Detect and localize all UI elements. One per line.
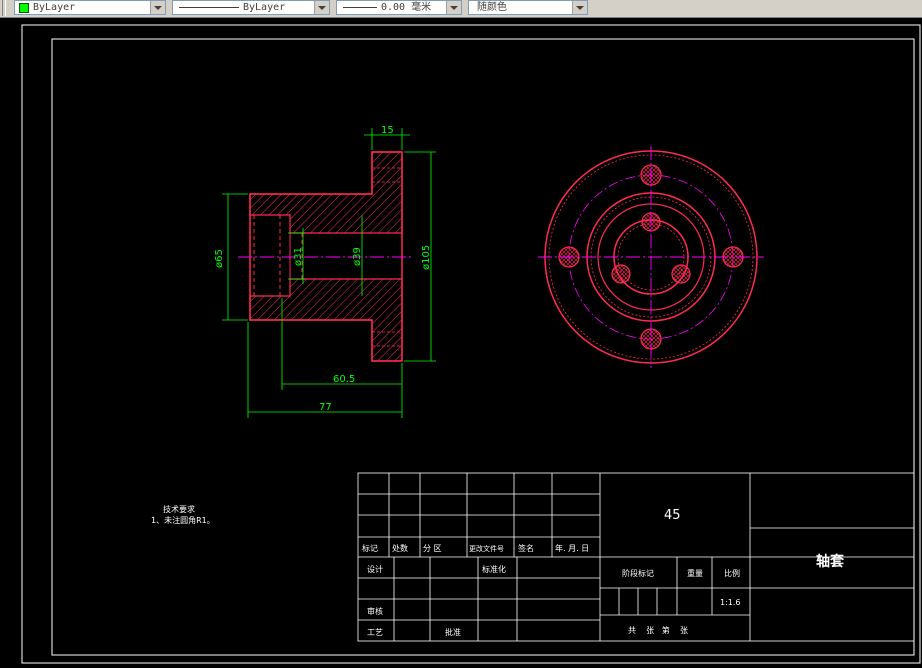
end-view[interactable] — [538, 146, 764, 368]
dim-flange-width: 15 — [381, 125, 394, 136]
dim-length-60-5: 60.5 — [333, 374, 355, 385]
viewport-border — [21, 24, 921, 664]
stage-mark-label: 阶段标记 — [622, 568, 654, 578]
rev-mark-header: 标记 — [362, 543, 378, 553]
section-view[interactable] — [238, 151, 414, 362]
approve-label: 批准 — [445, 627, 461, 637]
rev-count-header: 处数 — [392, 543, 408, 553]
inner-lug — [611, 264, 631, 284]
dim-length-77: 77 — [319, 402, 332, 413]
notes-line-1: 1、未注圆角R1。 — [151, 515, 215, 525]
inner-lug — [671, 264, 691, 284]
notes-title: 技术要求 — [163, 504, 195, 514]
review-label: 审核 — [367, 606, 383, 616]
dim-dia-39: ø39 — [352, 247, 363, 266]
sheets-label: 共 张 第 张 — [628, 625, 688, 635]
drawing-canvas[interactable]: 15 ø65 ø31 ø39 ø105 60.5 77 技术要求 1、未注圆角R… — [0, 0, 922, 668]
section-top-hatch — [249, 151, 403, 234]
dim-dia-65: ø65 — [214, 249, 225, 268]
weight-label: 重量 — [687, 568, 703, 578]
dim-dia-31: ø31 — [293, 247, 304, 266]
standardize-label: 标准化 — [482, 564, 506, 574]
rev-date-header: 年. 月. 日 — [555, 543, 589, 553]
drawing-frame — [51, 38, 915, 656]
rev-zone-header: 分 区 — [423, 544, 442, 553]
dim-dia-105: ø105 — [421, 245, 432, 270]
rev-sign-header: 签名 — [518, 543, 534, 553]
process-label: 工艺 — [367, 628, 383, 637]
material-label: 45 — [664, 508, 681, 523]
scale-value: 1:1.6 — [720, 598, 741, 607]
part-name: 轴套 — [816, 553, 844, 570]
scale-label: 比例 — [724, 568, 740, 578]
design-label: 设计 — [367, 564, 383, 574]
rev-doc-header: 更改文件号 — [469, 544, 504, 553]
